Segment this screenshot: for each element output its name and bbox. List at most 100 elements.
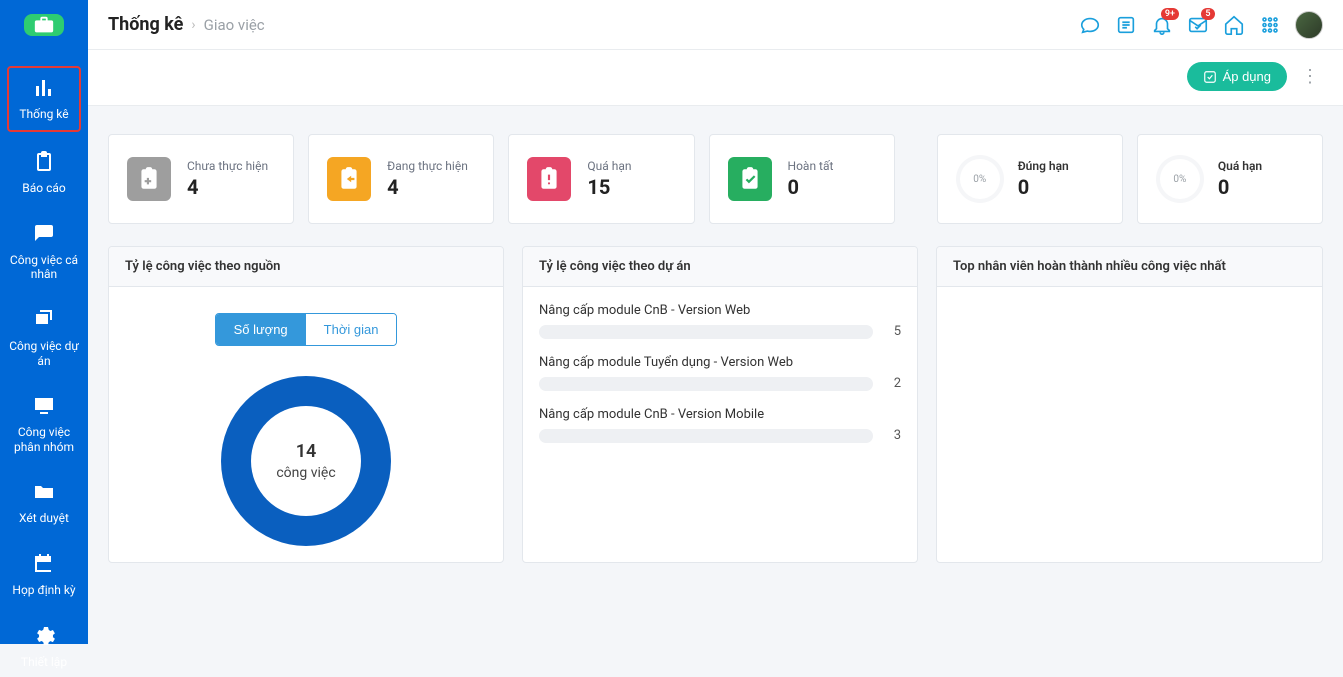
- nav-cv-phan-nhom[interactable]: Công việc phân nhóm: [7, 386, 81, 462]
- stat-value: 0: [1018, 175, 1069, 199]
- donut-pct: 0%: [1173, 174, 1186, 185]
- bell-badge: 9+: [1161, 8, 1179, 20]
- nav-label: Xét duyệt: [19, 511, 69, 525]
- stats-row: Chưa thực hiện 4 Đang thực hiện 4: [108, 134, 1323, 224]
- stat-label: Chưa thực hiện: [187, 159, 268, 173]
- stat-label: Quá hạn: [1218, 159, 1262, 173]
- check-square-icon: [1203, 70, 1217, 84]
- donut-center-label: công việc: [276, 464, 335, 482]
- project-name: Nâng cấp module CnB - Version Mobile: [539, 407, 901, 422]
- project-bar: [539, 377, 873, 391]
- stat-value: 4: [187, 175, 268, 199]
- donut-center-value: 14: [276, 440, 335, 463]
- project-bar: [539, 325, 873, 339]
- panel-title: Top nhân viên hoàn thành nhiều công việc…: [937, 247, 1322, 287]
- apps-grid-icon[interactable]: [1259, 14, 1281, 36]
- toggle-time[interactable]: Thời gian: [306, 314, 397, 345]
- stat-card-dang-thuc-hien: Đang thực hiện 4: [308, 134, 494, 224]
- chart-bar-icon: [32, 76, 56, 103]
- panel-title: Tỷ lệ công việc theo dự án: [523, 247, 917, 287]
- panel-title: Tỷ lệ công việc theo nguồn: [109, 247, 503, 287]
- chevron-right-icon: ›: [191, 17, 195, 33]
- stat-value: 0: [1218, 175, 1262, 199]
- action-bar: Áp dụng ⋮: [88, 50, 1343, 106]
- calendar-icon: [32, 552, 56, 579]
- project-name: Nâng cấp module CnB - Version Web: [539, 303, 901, 318]
- app-logo[interactable]: [24, 14, 64, 36]
- mail-check-icon[interactable]: 5: [1187, 14, 1209, 36]
- project-bar: [539, 429, 873, 443]
- stat-value: 15: [587, 175, 631, 199]
- panel-source-ratio: Tỷ lệ công việc theo nguồn Số lượng Thời…: [108, 246, 504, 563]
- nav-cv-ca-nhan[interactable]: Công việc cá nhân: [7, 214, 81, 290]
- project-row: Nâng cấp module CnB - Version Web 5: [539, 303, 901, 339]
- avatar[interactable]: [1295, 11, 1323, 39]
- stat-label: Đúng hạn: [1018, 159, 1069, 173]
- stat-label: Quá hạn: [587, 159, 631, 173]
- page-subtitle: Giao việc: [204, 16, 265, 34]
- donut-pct: 0%: [973, 174, 986, 185]
- nav-label: Công việc phân nhóm: [9, 425, 79, 454]
- note-icon: [32, 222, 56, 249]
- clipboard-check-icon: [728, 157, 772, 201]
- stat-label: Hoàn tất: [788, 159, 834, 173]
- stat-label: Đang thực hiện: [387, 159, 468, 173]
- cards-icon: [32, 308, 56, 335]
- nav-label: Công việc dự án: [9, 339, 79, 368]
- project-count: 2: [885, 376, 901, 391]
- apply-button[interactable]: Áp dụng: [1187, 62, 1287, 91]
- project-row: Nâng cấp module Tuyển dụng - Version Web…: [539, 355, 901, 391]
- nav-cv-du-an[interactable]: Công việc dự án: [7, 300, 81, 376]
- stat-card-qua-han: Quá hạn 15: [508, 134, 694, 224]
- nav-label: Họp định kỳ: [12, 583, 75, 597]
- nav-label: Thiết lập: [21, 655, 67, 669]
- nav-bao-cao[interactable]: Báo cáo: [7, 142, 81, 204]
- clipboard-icon: [32, 150, 56, 177]
- folder-icon: [32, 480, 56, 507]
- nav-hop-dinh-ky[interactable]: Họp định kỳ: [7, 544, 81, 606]
- bell-icon[interactable]: 9+: [1151, 14, 1173, 36]
- project-count: 5: [885, 324, 901, 339]
- clipboard-plus-icon: [127, 157, 171, 201]
- chat-icon[interactable]: [1079, 14, 1101, 36]
- more-menu-icon[interactable]: ⋮: [1297, 66, 1323, 87]
- source-donut-chart: 14 công việc: [221, 376, 391, 546]
- home-icon[interactable]: [1223, 14, 1245, 36]
- sidebar: Thống kê Báo cáo Công việc cá nhân Công …: [0, 0, 88, 644]
- toggle-group: Số lượng Thời gian: [215, 313, 398, 346]
- stat-value: 0: [788, 175, 834, 199]
- nav-label: Báo cáo: [22, 181, 65, 195]
- page-title: Thống kê: [108, 14, 183, 35]
- panel-top-employees: Top nhân viên hoàn thành nhiều công việc…: [936, 246, 1323, 563]
- list-icon[interactable]: [1115, 14, 1137, 36]
- panel-project-ratio: Tỷ lệ công việc theo dự án Nâng cấp modu…: [522, 246, 918, 563]
- project-name: Nâng cấp module Tuyển dụng - Version Web: [539, 355, 901, 370]
- stat-card-hoan-tat: Hoàn tất 0: [709, 134, 895, 224]
- stat-value: 4: [387, 175, 468, 199]
- apply-label: Áp dụng: [1223, 69, 1271, 84]
- donut-ring: 0%: [956, 155, 1004, 203]
- stat-card-qua-han-donut: 0% Quá hạn 0: [1137, 134, 1323, 224]
- nav-thiet-lap[interactable]: Thiết lập: [7, 616, 81, 677]
- header-actions: 9+ 5: [1079, 11, 1323, 39]
- mail-badge: 5: [1201, 8, 1215, 20]
- donut-ring: 0%: [1156, 155, 1204, 203]
- project-count: 3: [885, 428, 901, 443]
- stat-card-dung-han: 0% Đúng hạn 0: [937, 134, 1123, 224]
- nav-thong-ke[interactable]: Thống kê: [7, 66, 81, 132]
- main: Thống kê › Giao việc 9+ 5: [88, 0, 1343, 644]
- clipboard-alert-icon: [527, 157, 571, 201]
- clipboard-arrow-icon: [327, 157, 371, 201]
- nav-label: Thống kê: [19, 107, 68, 121]
- toggle-qty[interactable]: Số lượng: [216, 314, 306, 345]
- gear-icon: [32, 624, 56, 651]
- stat-card-chua-thuc-hien: Chưa thực hiện 4: [108, 134, 294, 224]
- panels: Tỷ lệ công việc theo nguồn Số lượng Thời…: [108, 246, 1323, 563]
- nav-xet-duyet[interactable]: Xét duyệt: [7, 472, 81, 534]
- content: Chưa thực hiện 4 Đang thực hiện 4: [88, 106, 1343, 644]
- header: Thống kê › Giao việc 9+ 5: [88, 0, 1343, 50]
- breadcrumb: Thống kê › Giao việc: [108, 14, 265, 35]
- nav-label: Công việc cá nhân: [9, 253, 79, 282]
- project-row: Nâng cấp module CnB - Version Mobile 3: [539, 407, 901, 443]
- monitor-icon: [32, 394, 56, 421]
